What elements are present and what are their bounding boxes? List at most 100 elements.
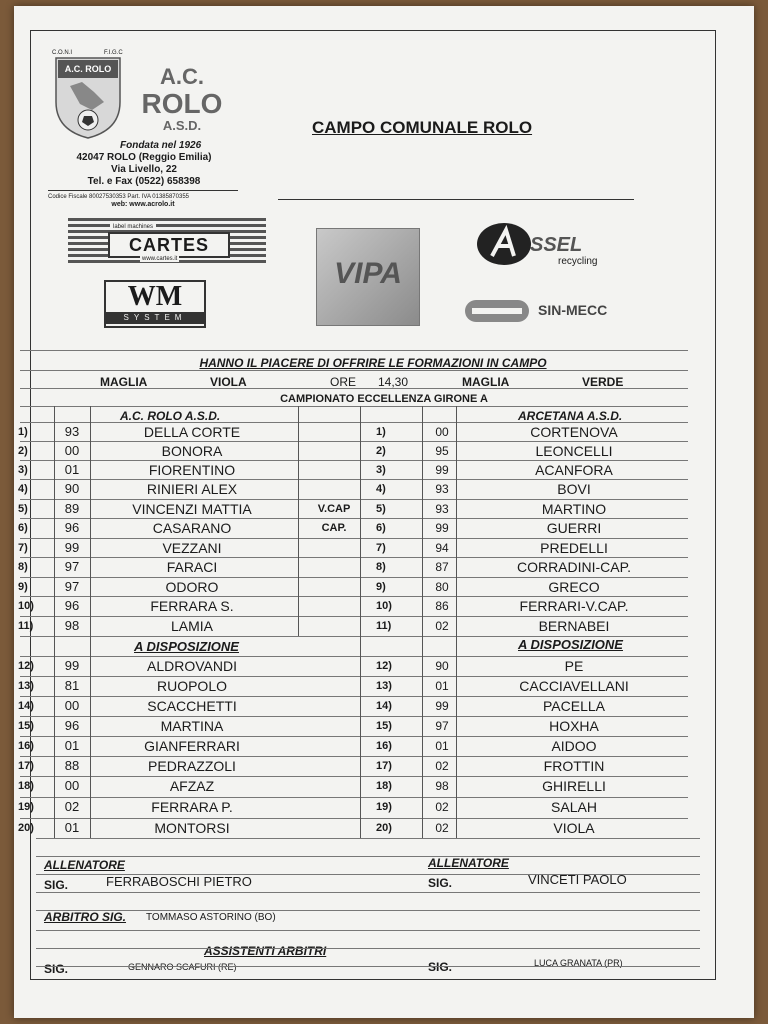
venue-title: CAMPO COMUNALE ROLO	[312, 118, 533, 137]
assistant1-name: GENNARO SCAFURI (RE)	[128, 962, 237, 972]
away-player-name: ACANFORA	[535, 462, 613, 478]
player-number: 12)	[18, 660, 34, 672]
away-shirt-number: 90	[435, 659, 449, 673]
club-name-line1: A.C.	[160, 64, 204, 89]
club-address: 42047 ROLO (Reggio Emilia) Via Livello, …	[64, 152, 224, 188]
address-line2: Via Livello, 22	[111, 164, 177, 175]
home-shirt-number: 01	[64, 462, 80, 477]
home-shirt-number: 89	[64, 501, 80, 516]
home-shirt-number: 00	[64, 778, 80, 793]
away-player-name: GHIRELLI	[542, 778, 606, 794]
grid-line	[20, 499, 688, 500]
player-number-away: 16)	[376, 740, 392, 752]
tax-info: Codice Fiscale 80027530353 Part. IVA 013…	[48, 190, 238, 209]
home-shirt-number: 01	[64, 738, 80, 753]
grid-line	[20, 422, 688, 423]
player-number-away: 4)	[376, 483, 386, 495]
founded-text: Fondata nel 1926	[120, 140, 202, 151]
grid-line	[20, 616, 688, 617]
grid-line	[20, 797, 688, 798]
phone-line: Tel. e Fax (0522) 658398	[87, 176, 201, 187]
away-shirt-number: 02	[435, 800, 449, 814]
home-player-role: CAP.	[321, 522, 347, 534]
away-player-name: SALAH	[551, 799, 597, 815]
home-shirt-number: 93	[64, 424, 80, 439]
player-number-away: 9)	[376, 581, 386, 593]
grid-line	[20, 460, 688, 461]
player-number: 17)	[18, 760, 34, 772]
away-shirt-number: 02	[435, 619, 449, 633]
away-shirt-number: 99	[435, 699, 449, 713]
player-number: 8)	[18, 561, 28, 573]
sin-mecc-mark-icon	[465, 300, 529, 322]
player-number: 11)	[18, 620, 34, 632]
home-player-name: PEDRAZZOLI	[148, 758, 236, 774]
home-player-name: MARTINA	[160, 718, 224, 734]
web-line: web: www.acrolo.it	[111, 201, 175, 208]
away-player-name: FERRARI-V.CAP.	[519, 598, 629, 614]
grid-line	[36, 874, 700, 875]
player-number: 1)	[18, 426, 28, 438]
home-player-name: RINIERI ALEX	[146, 481, 238, 497]
away-shirt-number: 99	[435, 521, 449, 535]
assistant2-sig: SIG.	[428, 960, 453, 974]
grid-line	[20, 696, 688, 697]
away-coach-sig: SIG.	[428, 876, 453, 890]
grid-line	[20, 518, 688, 519]
home-shirt-number: 90	[64, 481, 80, 496]
coni-label: C.O.N.I	[52, 50, 73, 56]
home-coach-label: ALLENATORE	[44, 858, 125, 872]
figc-label: F.I.G.C	[104, 50, 123, 56]
home-player-name: AFZAZ	[169, 778, 215, 794]
home-player-role	[304, 596, 364, 616]
home-player-name: FERRARA P.	[151, 799, 233, 815]
home-player-name: FARACI	[166, 559, 218, 575]
home-shirt-number: 01	[64, 820, 80, 835]
grid-line	[20, 406, 688, 407]
club-name: A.C. ROLO A.S.D.	[132, 64, 232, 133]
player-number: 18)	[18, 780, 34, 792]
player-number-away: 15)	[376, 720, 392, 732]
table-row: 10) 96 FERRARA S. 10) 86 FERRARI-V.CAP.	[14, 596, 702, 616]
grid-line	[20, 538, 688, 539]
home-shirt-number: 97	[64, 559, 80, 574]
table-row: 9) 97 ODORO 9) 80 GRECO	[14, 577, 702, 597]
player-number: 7)	[18, 542, 28, 554]
referee-name: TOMMASO ASTORINO (BO)	[146, 912, 276, 923]
player-number-away: 19)	[376, 801, 392, 813]
home-shirt-number: 97	[64, 579, 80, 594]
home-player-role	[304, 557, 364, 577]
player-number-away: 12)	[376, 660, 392, 672]
table-row: 17) 88 PEDRAZZOLI 17) 02 FROTTIN	[14, 756, 702, 776]
away-shirt-number: 86	[435, 599, 449, 613]
player-number-away: 1)	[376, 426, 386, 438]
home-team-name: A.C. ROLO A.S.D.	[120, 409, 221, 423]
home-player-role	[304, 577, 364, 597]
player-number-away: 18)	[376, 780, 392, 792]
grid-column-line	[456, 406, 457, 838]
player-number: 19)	[18, 801, 34, 813]
player-number-away: 20)	[376, 822, 392, 834]
home-player-role	[304, 460, 364, 480]
grid-line	[20, 676, 688, 677]
player-number-away: 17)	[376, 760, 392, 772]
assel-sub-text: recycling	[558, 256, 598, 267]
table-row: 1) 93 DELLA CORTE 1) 00 CORTENOVA	[14, 422, 702, 442]
away-player-name: HOXHA	[549, 718, 599, 734]
home-player-role	[304, 479, 364, 499]
player-number: 14)	[18, 700, 34, 712]
away-shirt-number: 02	[435, 759, 449, 773]
home-player-role	[304, 441, 364, 461]
home-player-name: VINCENZI MATTIA	[132, 501, 252, 517]
home-shirt-number: 02	[64, 799, 80, 814]
table-row: 13) 81 RUOPOLO 13) 01 CACCIAVELLANI	[14, 676, 702, 696]
away-shirt-number: 80	[435, 580, 449, 594]
home-shirt-number: 81	[64, 678, 80, 693]
away-shirt-number: 95	[435, 444, 449, 458]
table-row: 19) 02 FERRARA P. 19) 02 SALAH	[14, 797, 702, 817]
grid-column-line	[298, 406, 299, 636]
assistant1-sig: SIG.	[44, 962, 69, 976]
grid-line	[20, 736, 688, 737]
club-name-line2: ROLO	[141, 88, 223, 119]
home-shirt-number: 99	[64, 540, 80, 555]
